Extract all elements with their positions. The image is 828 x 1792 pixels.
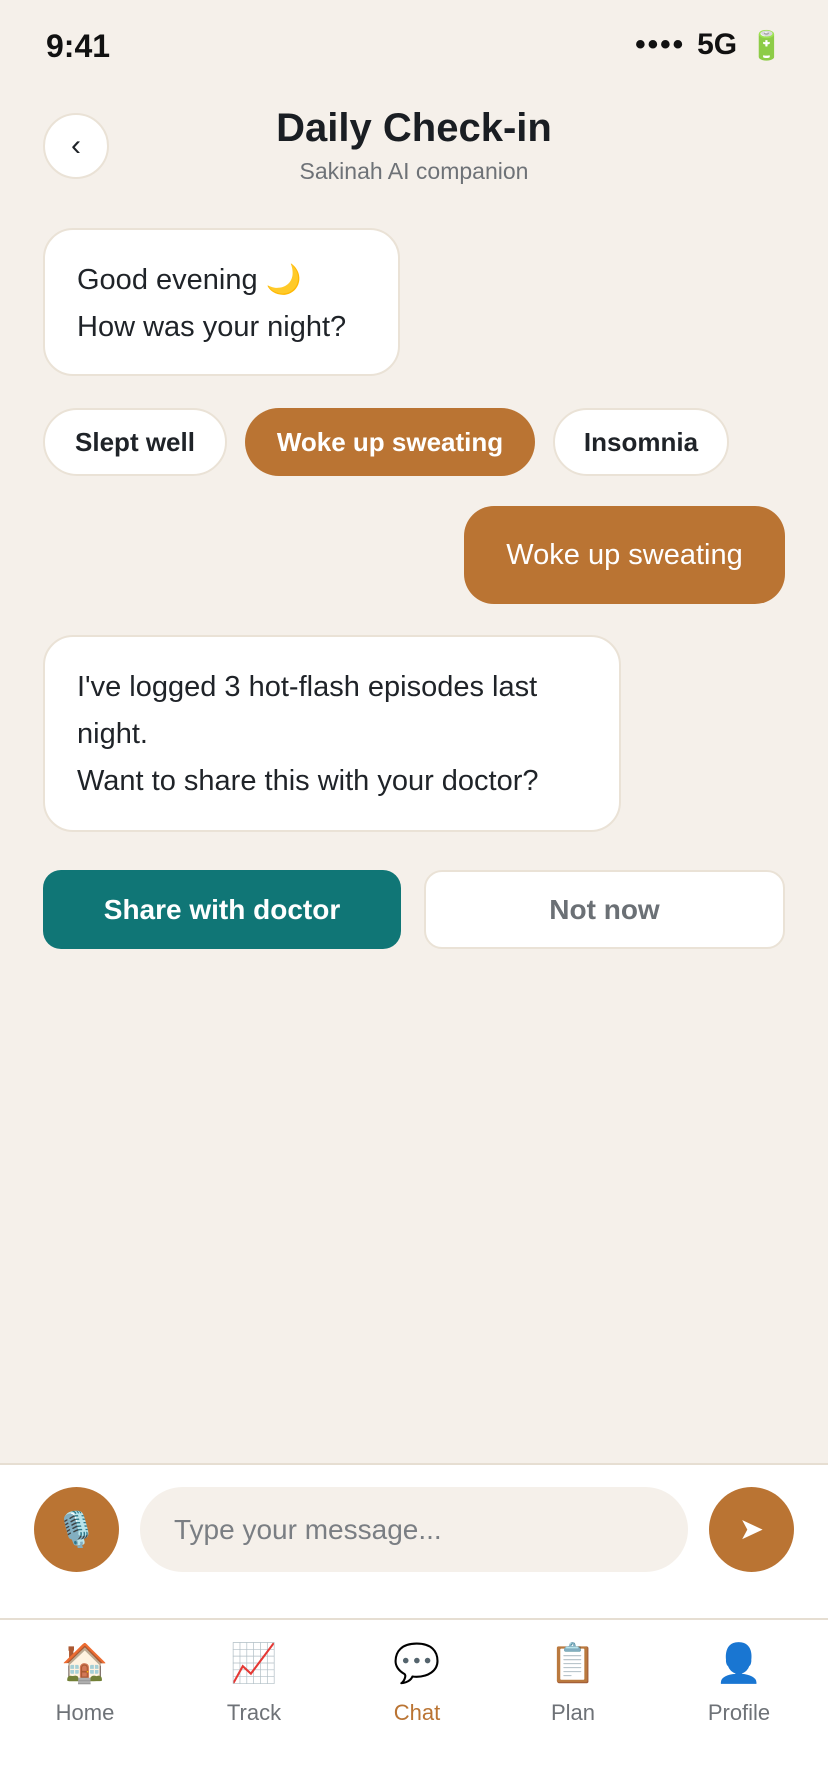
quick-reply-insomnia[interactable]: Insomnia (553, 408, 729, 476)
network-label: 5G (697, 28, 738, 61)
message-line: Good evening 🌙 (77, 264, 302, 296)
tab-track[interactable]: 📈 Track (189, 1640, 319, 1726)
tab-home[interactable]: 🏠 Home (20, 1640, 150, 1726)
status-time: 9:41 (46, 28, 111, 64)
message-input[interactable] (140, 1487, 688, 1572)
status-bar: 9:41 •••• 5G 🔋 (0, 0, 828, 96)
tab-label: Home (55, 1700, 115, 1725)
user-message-bubble: Woke up sweating (464, 506, 785, 604)
home-icon: 🏠 (61, 1643, 109, 1685)
not-now-button[interactable]: Not now (424, 870, 785, 949)
tab-plan[interactable]: 📋 Plan (508, 1640, 638, 1726)
share-with-doctor-button[interactable]: Share with doctor (43, 870, 401, 949)
chat-bubble-icon: 💬 (393, 1643, 441, 1685)
page-subtitle: Sakinah AI companion (299, 158, 529, 184)
mic-button[interactable]: 🎙️ (34, 1487, 119, 1572)
message-line: How was your night? (77, 311, 347, 343)
send-icon: ➤ (738, 1513, 765, 1546)
message-line: I've logged 3 hot-flash episodes last (77, 671, 538, 703)
tab-label: Track (226, 1700, 282, 1725)
tab-profile[interactable]: 👤 Profile (674, 1640, 804, 1726)
tab-chat[interactable]: 💬 Chat (352, 1640, 482, 1726)
user-icon: 👤 (715, 1643, 763, 1685)
tab-label: Chat (393, 1700, 441, 1725)
quick-reply-slept-well[interactable]: Slept well (43, 408, 227, 476)
tab-label: Plan (550, 1700, 596, 1725)
clipboard-icon: 📋 (549, 1643, 597, 1685)
status-indicators: •••• 5G 🔋 (635, 28, 784, 62)
bot-message-bubble: Good evening 🌙 How was your night? (43, 228, 400, 376)
send-button[interactable]: ➤ (709, 1487, 794, 1572)
message-text: Woke up sweating (506, 538, 743, 571)
tab-label: Profile (707, 1700, 771, 1725)
signal-icon: •••• (635, 28, 686, 61)
page-title: Daily Check-in (276, 106, 552, 150)
message-line: night. (77, 718, 148, 750)
chat-screen: 9:41 •••• 5G 🔋 ‹ Daily Check-in Sakinah … (0, 0, 828, 1792)
chart-icon: 📈 (230, 1643, 278, 1685)
message-line: Want to share this with your doctor? (77, 765, 539, 797)
message-composer: 🎙️ ➤ (0, 1463, 828, 1618)
quick-reply-woke-up-sweating[interactable]: Woke up sweating (245, 408, 535, 476)
bottom-tab-bar: 🏠 Home 📈 Track 💬 Chat 📋 Plan 👤 Profile (0, 1618, 828, 1792)
bot-message-bubble: I've logged 3 hot-flash episodes last ni… (43, 635, 621, 832)
battery-icon: 🔋 (749, 29, 784, 61)
microphone-icon: 🎙️ (55, 1510, 98, 1549)
